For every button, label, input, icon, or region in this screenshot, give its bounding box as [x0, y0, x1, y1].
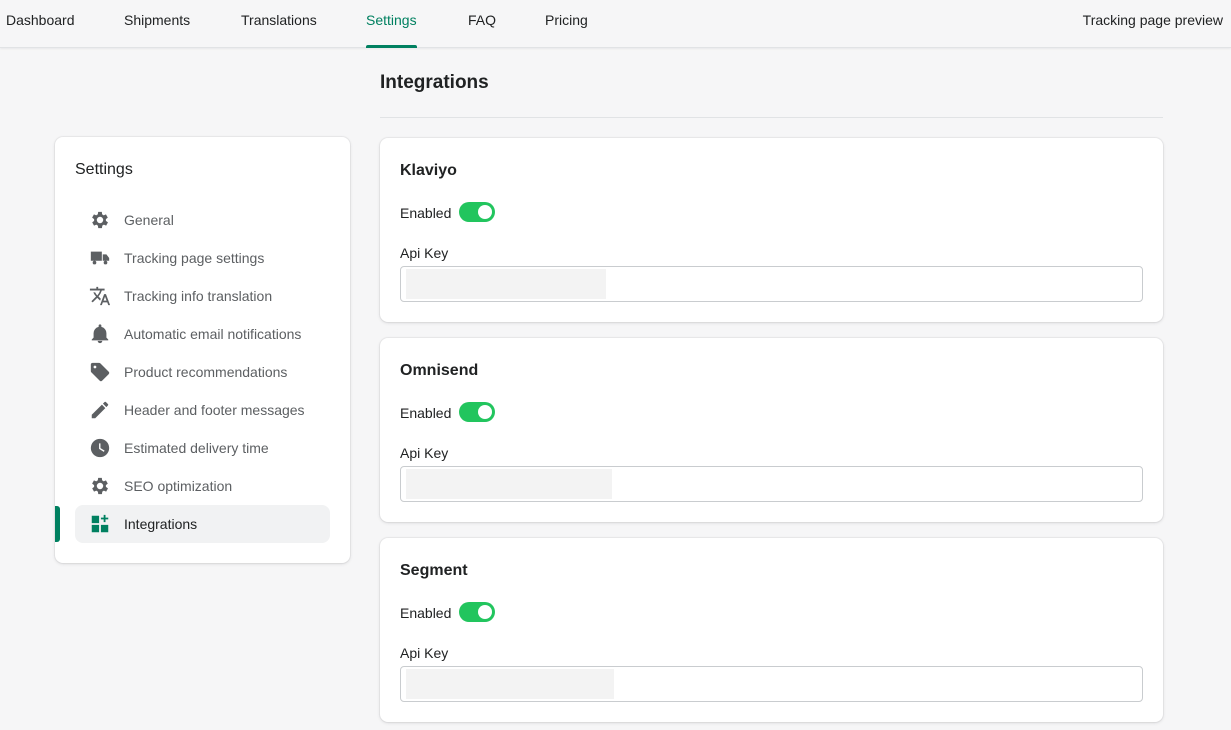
toggle-knob	[478, 605, 492, 619]
tag-icon	[88, 360, 112, 384]
sidebar-item-label: General	[124, 212, 174, 228]
integration-title: Segment	[400, 562, 468, 579]
enabled-toggle[interactable]	[459, 202, 495, 222]
sidebar-item-tracking-page-settings[interactable]: Tracking page settings	[75, 239, 330, 277]
sidebar-item-estimated-delivery-time[interactable]: Estimated delivery time	[75, 429, 330, 467]
apps-icon	[88, 512, 112, 536]
toggle-knob	[478, 405, 492, 419]
api-key-redacted	[406, 469, 612, 499]
sidebar-item-label: Automatic email notifications	[124, 326, 302, 342]
tab-dashboard[interactable]: Dashboard	[6, 0, 75, 48]
sidebar-item-header-and-footer-messages[interactable]: Header and footer messages	[75, 391, 330, 429]
enabled-label: Enabled	[400, 205, 452, 221]
api-key-label: Api Key	[400, 645, 449, 661]
integration-title: Klaviyo	[400, 162, 457, 179]
sidebar-item-label: Estimated delivery time	[124, 440, 269, 456]
sidebar-item-seo-optimization[interactable]: SEO optimization	[75, 467, 330, 505]
gear-icon	[88, 208, 112, 232]
sidebar-item-integrations[interactable]: Integrations	[75, 505, 330, 543]
translate-icon	[88, 284, 112, 308]
integration-title: Omnisend	[400, 362, 479, 379]
tab-pricing[interactable]: Pricing	[545, 0, 588, 48]
integration-card-klaviyo: Klaviyo Enabled Api Key	[380, 138, 1163, 322]
sidebar-item-general[interactable]: General	[75, 201, 330, 239]
sidebar-item-automatic-email-notifications[interactable]: Automatic email notifications	[75, 315, 330, 353]
tab-faq[interactable]: FAQ	[468, 0, 496, 48]
sidebar-item-label: Header and footer messages	[124, 402, 305, 418]
tab-shipments[interactable]: Shipments	[124, 0, 190, 48]
sidebar-item-label: SEO optimization	[124, 478, 233, 494]
truck-icon	[88, 246, 112, 270]
enabled-toggle[interactable]	[459, 402, 495, 422]
sidebar-item-label: Tracking page settings	[124, 250, 265, 266]
title-divider	[380, 117, 1163, 118]
top-navigation: Dashboard Shipments Translations Setting…	[0, 0, 1231, 48]
enabled-label: Enabled	[400, 405, 452, 421]
gear-icon	[88, 474, 112, 498]
settings-sidebar: Settings General Tracking page settings …	[55, 137, 350, 563]
integration-card-omnisend: Omnisend Enabled Api Key	[380, 338, 1163, 522]
tab-translations[interactable]: Translations	[241, 0, 317, 48]
sidebar-title: Settings	[75, 161, 133, 178]
sidebar-item-label: Product recommendations	[124, 364, 288, 380]
api-key-redacted	[406, 669, 614, 699]
api-key-label: Api Key	[400, 445, 449, 461]
pencil-icon	[88, 398, 112, 422]
bell-icon	[88, 322, 112, 346]
integration-card-segment: Segment Enabled Api Key	[380, 538, 1163, 722]
enabled-label: Enabled	[400, 605, 452, 621]
sidebar-item-product-recommendations[interactable]: Product recommendations	[75, 353, 330, 391]
clock-icon	[88, 436, 112, 460]
sidebar-item-tracking-info-translation[interactable]: Tracking info translation	[75, 277, 330, 315]
sidebar-item-label: Tracking info translation	[124, 288, 273, 304]
sidebar-item-label: Integrations	[124, 516, 198, 532]
enabled-toggle[interactable]	[459, 602, 495, 622]
page-title: Integrations	[380, 72, 489, 93]
api-key-redacted	[406, 269, 606, 299]
toggle-knob	[478, 205, 492, 219]
api-key-label: Api Key	[400, 245, 449, 261]
active-indicator	[55, 506, 60, 542]
tab-settings[interactable]: Settings	[366, 0, 417, 48]
tracking-page-preview-link[interactable]: Tracking page preview	[1083, 0, 1223, 40]
